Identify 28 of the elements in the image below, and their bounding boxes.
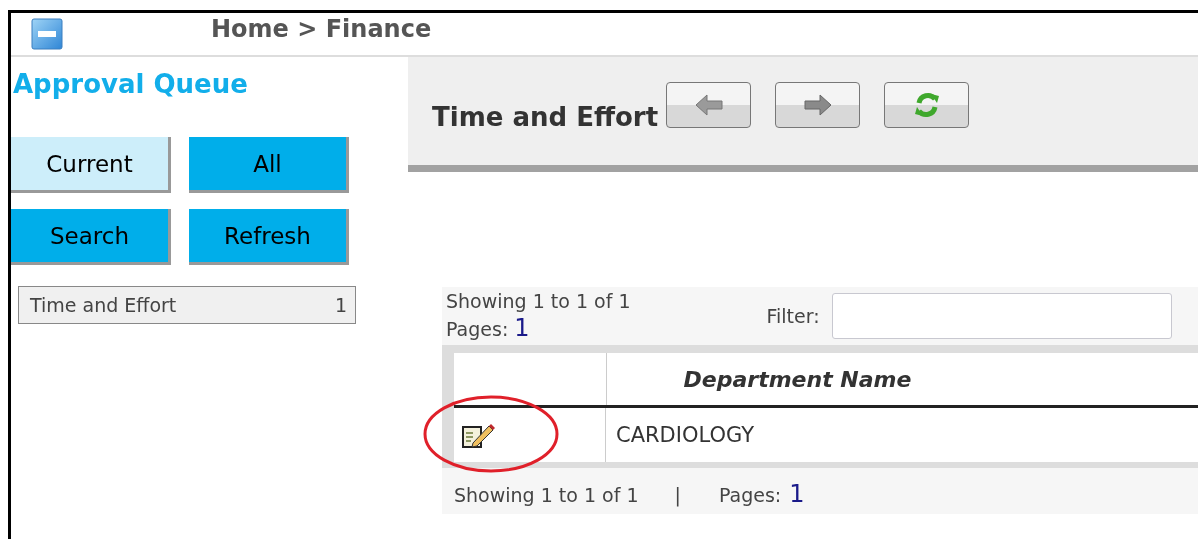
page-link[interactable]: 1 bbox=[514, 314, 530, 342]
refresh-button[interactable] bbox=[884, 82, 970, 128]
column-header[interactable]: Department Name bbox=[607, 353, 1198, 405]
back-button[interactable] bbox=[666, 82, 752, 128]
queue-filter-button[interactable]: Refresh bbox=[189, 209, 349, 265]
queue-item[interactable]: Time and Effort 1 bbox=[18, 286, 356, 324]
edit-icon[interactable] bbox=[461, 421, 495, 449]
queue-filter-button[interactable]: Search bbox=[11, 209, 171, 265]
filter-field[interactable] bbox=[831, 293, 1172, 339]
page-link[interactable]: 1 bbox=[789, 480, 805, 508]
pages-label: Pages: bbox=[718, 484, 782, 506]
right-arrow-icon bbox=[802, 92, 833, 118]
filter-label: Filter: bbox=[766, 305, 820, 327]
table-cell-text: CARDIOLOGY bbox=[615, 422, 756, 449]
separator: | bbox=[674, 484, 681, 506]
minimize-icon[interactable] bbox=[31, 18, 63, 50]
results-info: Showing 1 to 1 of 1 bbox=[454, 484, 639, 506]
results-info: Showing 1 to 1 of 1 bbox=[446, 290, 631, 312]
queue-filter-button[interactable]: Current bbox=[11, 137, 171, 193]
queue-label: Time and Effort bbox=[30, 294, 177, 316]
left-arrow-icon bbox=[693, 92, 724, 118]
page-title: Time and Effort bbox=[432, 102, 659, 132]
queue-count: 1 bbox=[334, 294, 347, 316]
pages-label: Pages: bbox=[446, 318, 509, 340]
queue-filter-button[interactable]: All bbox=[189, 137, 349, 193]
sidebar-title: Approval Queue bbox=[13, 69, 249, 99]
forward-button[interactable] bbox=[775, 82, 861, 128]
breadcrumb: Home > Finance bbox=[211, 15, 432, 43]
